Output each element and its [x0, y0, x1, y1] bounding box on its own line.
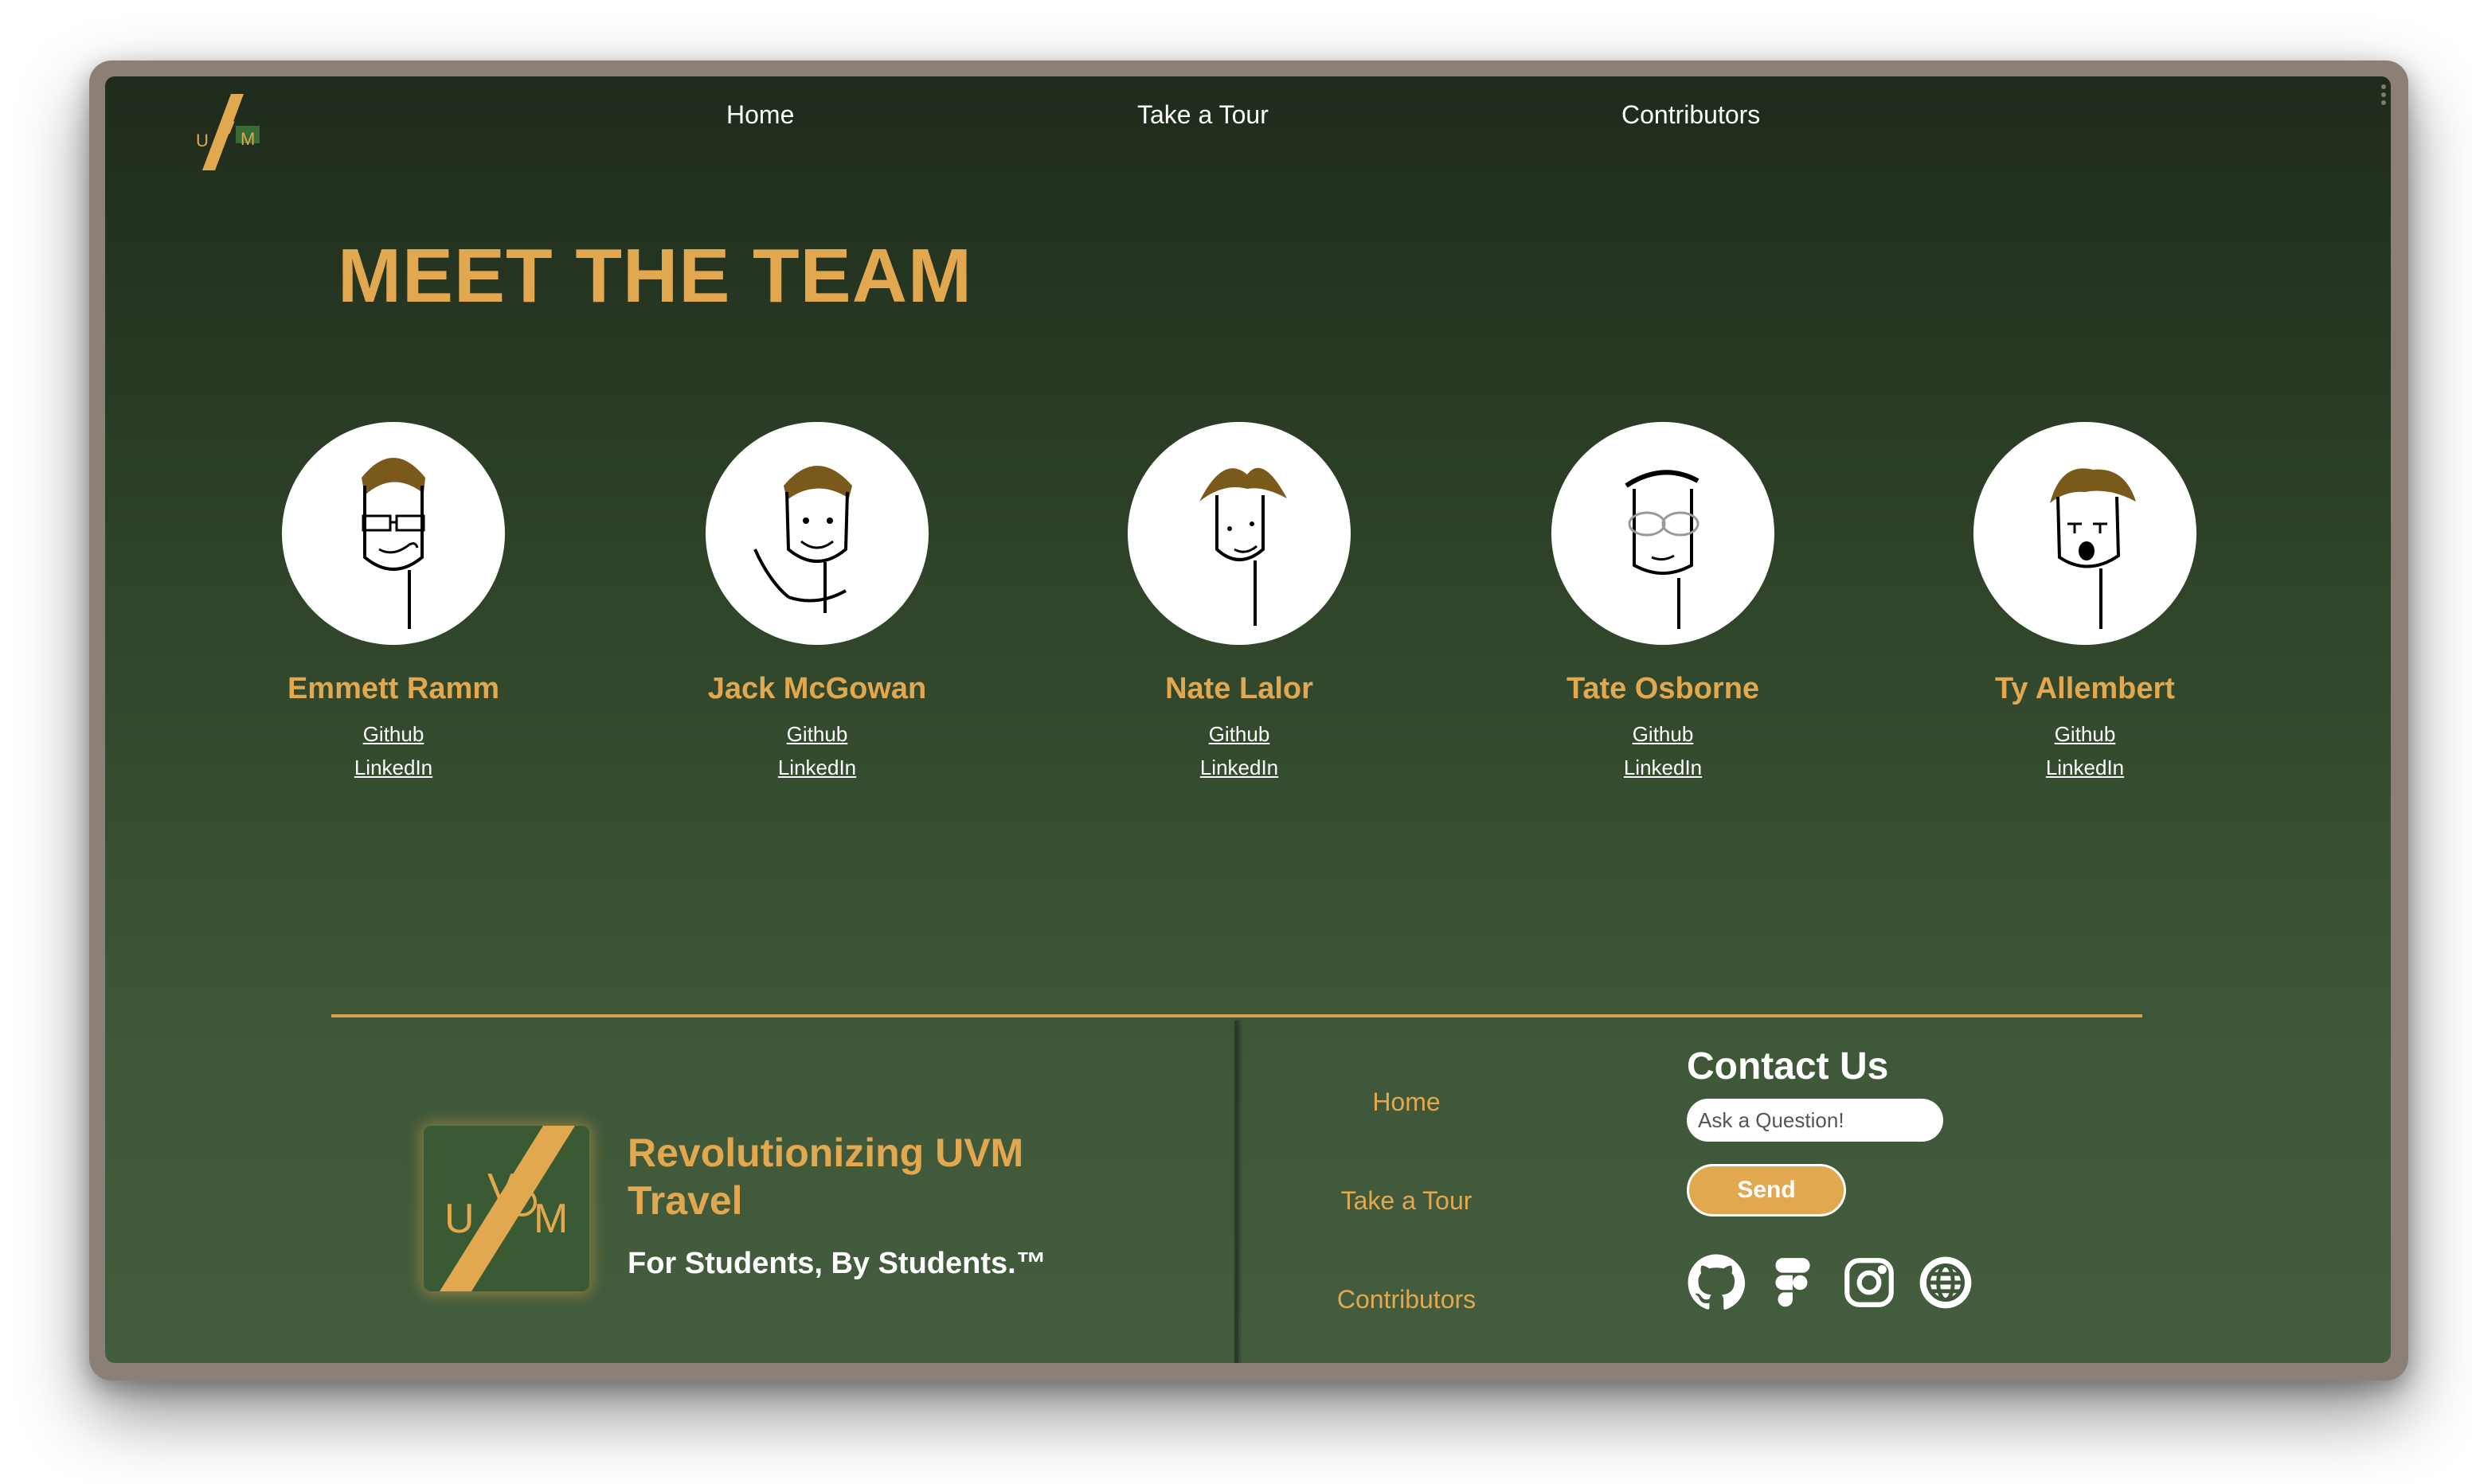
member-name: Emmett Ramm: [287, 672, 500, 705]
footer-link-home[interactable]: Home: [1287, 1088, 1526, 1117]
team-member-card: Jack McGowan Github LinkedIn: [658, 422, 976, 784]
svg-text:U: U: [196, 131, 209, 150]
stick-figure-portrait-icon: [2050, 468, 2136, 629]
question-input[interactable]: [1687, 1099, 1943, 1142]
footer-slogan: For Students, By Students.™: [628, 1247, 1046, 1280]
linkedin-link[interactable]: LinkedIn: [658, 751, 976, 784]
uvm-logo-icon: U V M: [196, 94, 260, 170]
github-link[interactable]: Github: [234, 717, 553, 751]
nav-logo[interactable]: U V M: [194, 92, 261, 172]
contact-title: Contact Us: [1687, 1045, 1889, 1088]
footer-divider-line: [331, 1014, 2142, 1017]
member-name: Ty Allembert: [1995, 672, 2175, 705]
github-link[interactable]: Github: [1080, 717, 1398, 751]
nav-link-home[interactable]: Home: [726, 100, 794, 130]
avatar: [1551, 422, 1774, 645]
member-name: Nate Lalor: [1165, 672, 1313, 705]
member-name: Jack McGowan: [707, 672, 927, 705]
send-button[interactable]: Send: [1687, 1164, 1846, 1216]
nav-link-contributors[interactable]: Contributors: [1621, 100, 1760, 130]
github-link[interactable]: Github: [1504, 717, 1822, 751]
team-member-card: Ty Allembert Github LinkedIn: [1926, 422, 2244, 784]
team-member-card: Emmett Ramm Github LinkedIn: [234, 422, 553, 784]
stick-figure-portrait-icon: [1625, 470, 1699, 629]
footer-link-take-a-tour[interactable]: Take a Tour: [1287, 1186, 1526, 1216]
svg-text:M: M: [241, 129, 255, 149]
avatar: [1973, 422, 2196, 645]
footer-vertical-divider: [1234, 1021, 1238, 1363]
team-member-card: Tate Osborne Github LinkedIn: [1504, 422, 1822, 784]
svg-text:M: M: [534, 1196, 568, 1242]
linkedin-link[interactable]: LinkedIn: [1926, 751, 2244, 784]
stick-figure-portrait-icon: [1199, 467, 1287, 626]
footer-link-contributors[interactable]: Contributors: [1287, 1285, 1526, 1314]
nav-link-take-a-tour[interactable]: Take a Tour: [1137, 100, 1269, 130]
svg-text:V: V: [223, 118, 235, 138]
github-icon[interactable]: [1687, 1253, 1746, 1312]
globe-icon[interactable]: [1916, 1253, 1975, 1312]
uvm-logo-icon: U V M: [424, 1126, 589, 1291]
member-name: Tate Osborne: [1566, 672, 1760, 705]
page-viewport: U V M Home Take a Tour Contributors MEET…: [105, 76, 2391, 1363]
stick-figure-portrait-icon: [753, 466, 852, 613]
avatar: [282, 422, 505, 645]
footer-logo: U V M: [424, 1126, 589, 1291]
linkedin-link[interactable]: LinkedIn: [1504, 751, 1822, 784]
stick-figure-portrait-icon: [362, 458, 425, 629]
figma-icon[interactable]: [1763, 1253, 1822, 1312]
team-member-card: Nate Lalor Github LinkedIn: [1080, 422, 1398, 784]
page-title: MEET THE TEAM: [338, 233, 972, 318]
github-link[interactable]: Github: [658, 717, 976, 751]
linkedin-link[interactable]: LinkedIn: [234, 751, 553, 784]
instagram-icon[interactable]: [1840, 1253, 1899, 1312]
linkedin-link[interactable]: LinkedIn: [1080, 751, 1398, 784]
avatar: [1128, 422, 1351, 645]
footer-tagline: Revolutionizing UVM Travel: [628, 1131, 1024, 1223]
avatar: [706, 422, 929, 645]
svg-text:U: U: [444, 1196, 475, 1242]
scrollbar-grip[interactable]: [2380, 81, 2388, 113]
github-link[interactable]: Github: [1926, 717, 2244, 751]
